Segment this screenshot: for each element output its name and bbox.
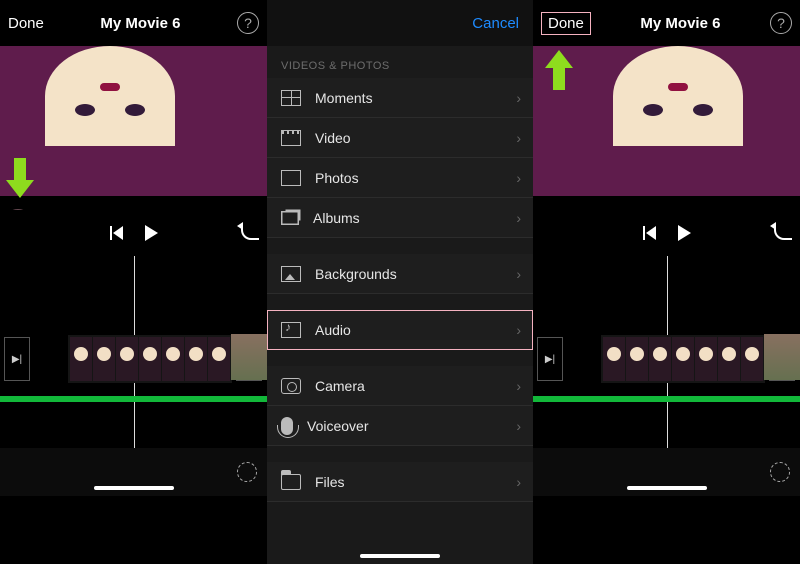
transport-controls xyxy=(533,210,800,256)
audio-icon xyxy=(281,322,301,338)
clip-thumb xyxy=(208,337,230,381)
top-bar: Done My Movie 6 ? xyxy=(533,0,800,46)
section-header: VIDEOS & PHOTOS xyxy=(267,46,533,78)
voiceover-icon xyxy=(281,417,293,435)
clip-thumb xyxy=(162,337,184,381)
audio-track[interactable] xyxy=(0,396,267,402)
preview-frame xyxy=(45,46,175,146)
chevron-right-icon: › xyxy=(516,90,521,106)
clip-thumb xyxy=(93,337,115,381)
transport-controls xyxy=(0,210,267,256)
help-button[interactable]: ? xyxy=(237,12,259,34)
row-camera[interactable]: Camera › xyxy=(267,366,533,406)
row-albums[interactable]: Albums › xyxy=(267,198,533,238)
preview-frame xyxy=(613,46,743,146)
row-label: Voiceover xyxy=(307,418,368,434)
timeline[interactable]: ▶| |◀ xyxy=(533,256,800,496)
settings-icon[interactable] xyxy=(770,462,790,482)
media-picker-panel: Cancel VIDEOS & PHOTOS Moments › Video ›… xyxy=(267,0,533,564)
skip-back-button[interactable] xyxy=(643,226,656,240)
photos-icon xyxy=(281,170,301,186)
help-button[interactable]: ? xyxy=(770,12,792,34)
chevron-right-icon: › xyxy=(516,130,521,146)
clip-thumb xyxy=(741,337,763,381)
clip-thumb xyxy=(185,337,207,381)
camera-icon xyxy=(281,378,301,394)
settings-icon[interactable] xyxy=(237,462,257,482)
row-voiceover[interactable]: Voiceover › xyxy=(267,406,533,446)
video-preview[interactable] xyxy=(533,46,800,196)
video-clip-2[interactable] xyxy=(764,334,800,380)
clip-thumb xyxy=(70,337,92,381)
row-backgrounds[interactable]: Backgrounds › xyxy=(267,254,533,294)
files-icon xyxy=(281,474,301,490)
home-indicator xyxy=(360,554,440,558)
row-moments[interactable]: Moments › xyxy=(267,78,533,118)
chevron-right-icon: › xyxy=(516,210,521,226)
row-label: Video xyxy=(315,130,351,146)
project-title: My Movie 6 xyxy=(640,15,720,32)
video-icon xyxy=(281,130,301,146)
audio-track[interactable] xyxy=(533,396,800,402)
play-button[interactable] xyxy=(678,225,691,241)
row-label: Photos xyxy=(315,170,359,186)
row-video[interactable]: Video › xyxy=(267,118,533,158)
clip-strip: ▶| |◀ xyxy=(0,334,267,384)
clip-strip: ▶| |◀ xyxy=(533,334,800,384)
row-label: Files xyxy=(315,474,345,490)
done-button[interactable]: Done xyxy=(8,15,44,32)
transition-start-icon[interactable]: ▶| xyxy=(537,337,563,381)
row-label: Camera xyxy=(315,378,365,394)
chevron-right-icon: › xyxy=(516,378,521,394)
moments-icon xyxy=(281,90,301,106)
clip-thumb xyxy=(695,337,717,381)
clip-thumb xyxy=(116,337,138,381)
clip-thumb xyxy=(139,337,161,381)
project-title: My Movie 6 xyxy=(100,15,180,32)
row-label: Moments xyxy=(315,90,373,106)
backgrounds-icon xyxy=(281,266,301,282)
done-button[interactable]: Done xyxy=(541,12,591,35)
chevron-right-icon: › xyxy=(516,418,521,434)
chevron-right-icon: › xyxy=(516,322,521,338)
video-clip-2[interactable] xyxy=(231,334,267,380)
clip-thumb xyxy=(649,337,671,381)
albums-icon xyxy=(281,211,299,225)
chevron-right-icon: › xyxy=(516,474,521,490)
undo-button[interactable] xyxy=(241,226,259,240)
skip-back-button[interactable] xyxy=(110,226,123,240)
clip-thumb xyxy=(603,337,625,381)
row-label: Albums xyxy=(313,210,360,226)
row-audio[interactable]: Audio › xyxy=(267,310,533,350)
chevron-right-icon: › xyxy=(516,170,521,186)
video-clip[interactable] xyxy=(68,335,232,383)
play-button[interactable] xyxy=(145,225,158,241)
cancel-button[interactable]: Cancel xyxy=(472,15,519,32)
transition-start-icon[interactable]: ▶| xyxy=(4,337,30,381)
picker-top-bar: Cancel xyxy=(267,0,533,46)
editor-panel-left: Done My Movie 6 ? + ▶| |◀ xyxy=(0,0,267,564)
video-preview[interactable] xyxy=(0,46,267,196)
video-clip[interactable] xyxy=(601,335,765,383)
row-files[interactable]: Files › xyxy=(267,462,533,502)
clip-thumb xyxy=(718,337,740,381)
row-photos[interactable]: Photos › xyxy=(267,158,533,198)
home-indicator xyxy=(627,486,707,490)
chevron-right-icon: › xyxy=(516,266,521,282)
home-indicator xyxy=(94,486,174,490)
top-bar: Done My Movie 6 ? xyxy=(0,0,267,46)
timeline[interactable]: ▶| |◀ xyxy=(0,256,267,496)
editor-panel-right: Done My Movie 6 ? + ▶| |◀ xyxy=(533,0,800,564)
clip-thumb xyxy=(626,337,648,381)
clip-thumb xyxy=(672,337,694,381)
row-label: Backgrounds xyxy=(315,266,397,282)
row-label: Audio xyxy=(315,322,351,338)
tutorial-arrow-icon xyxy=(8,158,32,200)
undo-button[interactable] xyxy=(774,226,792,240)
